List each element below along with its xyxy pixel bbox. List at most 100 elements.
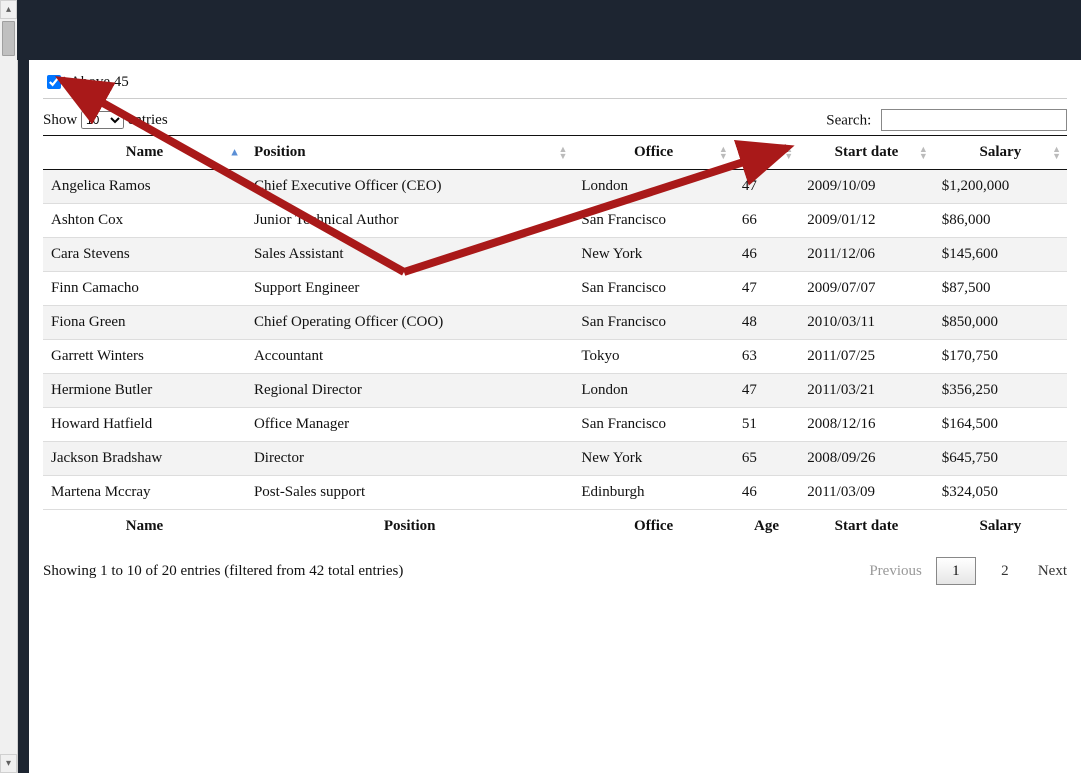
cell: London [573, 374, 733, 408]
column-header-label: Position [254, 144, 306, 160]
column-header-label: Name [126, 144, 164, 160]
table-row: Martena MccrayPost-Sales supportEdinburg… [43, 476, 1067, 510]
cell: Edinburgh [573, 476, 733, 510]
cell: 2011/03/21 [799, 374, 934, 408]
cell: 65 [734, 442, 799, 476]
column-footer-label: Office [573, 510, 733, 544]
pagination-next[interactable]: Next [1038, 563, 1067, 580]
cell: Director [246, 442, 573, 476]
cell: Accountant [246, 340, 573, 374]
cell: Ashton Cox [43, 204, 246, 238]
cell: Tokyo [573, 340, 733, 374]
sort-icon: ▲▼ [784, 146, 793, 160]
scroll-track[interactable] [0, 19, 17, 754]
table-footer: NamePositionOfficeAgeStart dateSalary [43, 510, 1067, 544]
cell: Hermione Butler [43, 374, 246, 408]
cell: Fiona Green [43, 306, 246, 340]
search-control: Search: [826, 109, 1067, 131]
cell: Cara Stevens [43, 238, 246, 272]
cell: 66 [734, 204, 799, 238]
cell: New York [573, 442, 733, 476]
table-row: Finn CamachoSupport EngineerSan Francisc… [43, 272, 1067, 306]
column-header[interactable]: Office ▲▼ [573, 136, 733, 170]
pagination-page[interactable]: 1 [936, 557, 976, 585]
cell: Martena Mccray [43, 476, 246, 510]
sort-icon: ▲▼ [558, 146, 567, 160]
cell: $145,600 [934, 238, 1067, 272]
cell: Support Engineer [246, 272, 573, 306]
cell: Jackson Bradshaw [43, 442, 246, 476]
cell: 2009/10/09 [799, 170, 934, 204]
table-row: Angelica RamosChief Executive Officer (C… [43, 170, 1067, 204]
cell: $645,750 [934, 442, 1067, 476]
scroll-down-icon[interactable]: ▾ [0, 754, 17, 773]
filter-above-45-label[interactable]: Above 45 [70, 74, 129, 91]
table-row: Garrett WintersAccountantTokyo632011/07/… [43, 340, 1067, 374]
cell: $164,500 [934, 408, 1067, 442]
column-footer-label: Position [246, 510, 573, 544]
pagination: Previous 12 Next [869, 557, 1067, 585]
search-label: Search: [826, 113, 871, 129]
filter-above-45-checkbox[interactable] [47, 75, 61, 89]
cell: San Francisco [573, 408, 733, 442]
column-header[interactable]: Name▲ [43, 136, 246, 170]
cell: $1,200,000 [934, 170, 1067, 204]
filter-row: Above 45 [43, 72, 1067, 99]
window-scrollbar[interactable]: ▴ ▾ [0, 0, 18, 773]
sort-icon: ▲▼ [719, 146, 728, 160]
cell: 46 [734, 238, 799, 272]
cell: $87,500 [934, 272, 1067, 306]
cell: 2009/01/12 [799, 204, 934, 238]
column-header[interactable]: Start date▲▼ [799, 136, 934, 170]
table-row: Fiona GreenChief Operating Officer (COO)… [43, 306, 1067, 340]
column-header-label: Salary [980, 144, 1022, 160]
scroll-thumb[interactable] [2, 21, 15, 56]
scroll-up-icon[interactable]: ▴ [0, 0, 17, 19]
column-footer-label: Salary [934, 510, 1067, 544]
cell: Garrett Winters [43, 340, 246, 374]
column-footer-label: Age [734, 510, 799, 544]
table-row: Hermione ButlerRegional DirectorLondon47… [43, 374, 1067, 408]
cell: 2011/07/25 [799, 340, 934, 374]
cell: $356,250 [934, 374, 1067, 408]
cell: 2010/03/11 [799, 306, 934, 340]
cell: 48 [734, 306, 799, 340]
column-header[interactable]: Age ▲▼ [734, 136, 799, 170]
column-header-label: Office [634, 144, 673, 160]
cell: Post-Sales support [246, 476, 573, 510]
sort-icon: ▲▼ [1052, 146, 1061, 160]
table-row: Jackson BradshawDirectorNew York652008/0… [43, 442, 1067, 476]
pagination-previous[interactable]: Previous [869, 563, 922, 580]
page-length-select[interactable]: 102550100 [81, 111, 124, 129]
table-row: Howard HatfieldOffice ManagerSan Francis… [43, 408, 1067, 442]
table-header: Name▲Position▲▼Office▲▼Age▲▼Start date▲▼… [43, 136, 1067, 170]
search-input[interactable] [881, 109, 1067, 131]
table-row: Cara StevensSales AssistantNew York46201… [43, 238, 1067, 272]
cell: San Francisco [573, 204, 733, 238]
column-header[interactable]: Position ▲▼ [246, 136, 573, 170]
cell: 46 [734, 476, 799, 510]
cell: 2008/12/16 [799, 408, 934, 442]
table-info: Showing 1 to 10 of 20 entries (filtered … [43, 563, 403, 580]
column-footer-label: Name [43, 510, 246, 544]
cell: 2011/12/06 [799, 238, 934, 272]
cell: Howard Hatfield [43, 408, 246, 442]
sort-icon: ▲▼ [919, 146, 928, 160]
cell: Regional Director [246, 374, 573, 408]
cell: $170,750 [934, 340, 1067, 374]
cell: Chief Operating Officer (COO) [246, 306, 573, 340]
column-header[interactable]: Salary ▲▼ [934, 136, 1067, 170]
cell: San Francisco [573, 272, 733, 306]
cell: $324,050 [934, 476, 1067, 510]
page-length-control: Show 102550100 entries [43, 111, 168, 129]
cell: 2009/07/07 [799, 272, 934, 306]
cell: Junior Technical Author [246, 204, 573, 238]
cell: Chief Executive Officer (CEO) [246, 170, 573, 204]
pagination-page[interactable]: 2 [986, 558, 1024, 584]
cell: 51 [734, 408, 799, 442]
column-header-label: Age [754, 144, 779, 160]
cell: Finn Camacho [43, 272, 246, 306]
cell: 2011/03/09 [799, 476, 934, 510]
cell: Office Manager [246, 408, 573, 442]
cell: 47 [734, 272, 799, 306]
